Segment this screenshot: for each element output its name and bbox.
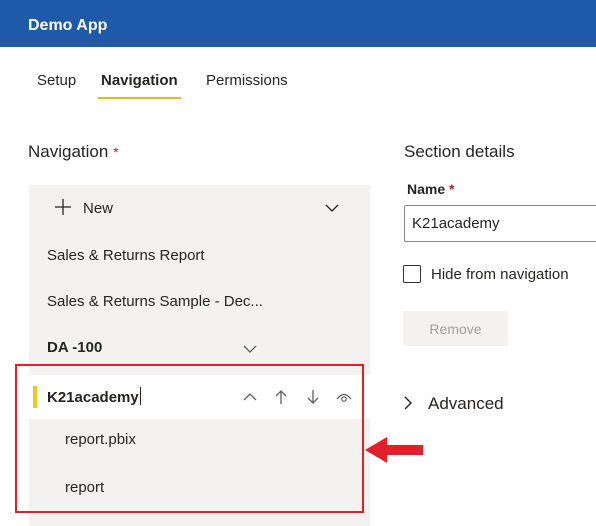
tab-permissions[interactable]: Permissions bbox=[206, 72, 288, 95]
new-label: New bbox=[83, 200, 114, 217]
hide-from-navigation-label: Hide from navigation bbox=[431, 266, 569, 283]
nav-item-sales-returns-report[interactable]: Sales & Returns Report bbox=[47, 247, 205, 264]
chevron-right-icon bbox=[404, 396, 412, 410]
navigation-heading: Navigation * bbox=[28, 142, 119, 162]
remove-button[interactable]: Remove bbox=[403, 311, 508, 346]
app-header-bar: Demo App bbox=[0, 0, 596, 47]
highlight-box bbox=[15, 364, 364, 513]
name-input[interactable] bbox=[404, 205, 596, 242]
nav-section-da-100[interactable]: DA -100 bbox=[47, 339, 102, 356]
plus-icon bbox=[55, 199, 71, 215]
chevron-down-icon[interactable] bbox=[243, 344, 257, 354]
nav-item-sales-returns-sample[interactable]: Sales & Returns Sample - Dec... bbox=[47, 293, 263, 310]
tab-setup[interactable]: Setup bbox=[37, 72, 76, 95]
section-details-heading: Section details bbox=[404, 142, 515, 161]
name-field-label: Name * bbox=[407, 181, 455, 197]
advanced-label: Advanced bbox=[428, 394, 504, 413]
required-mark: * bbox=[113, 144, 119, 160]
navigation-heading-text: Navigation bbox=[28, 142, 109, 161]
chevron-down-icon[interactable] bbox=[325, 203, 339, 213]
app-title: Demo App bbox=[28, 17, 108, 34]
tab-navigation[interactable]: Navigation bbox=[98, 72, 181, 99]
highlight-arrow-icon bbox=[365, 437, 423, 463]
new-item-button[interactable]: New bbox=[29, 185, 370, 231]
hide-from-navigation-checkbox[interactable] bbox=[403, 265, 421, 283]
